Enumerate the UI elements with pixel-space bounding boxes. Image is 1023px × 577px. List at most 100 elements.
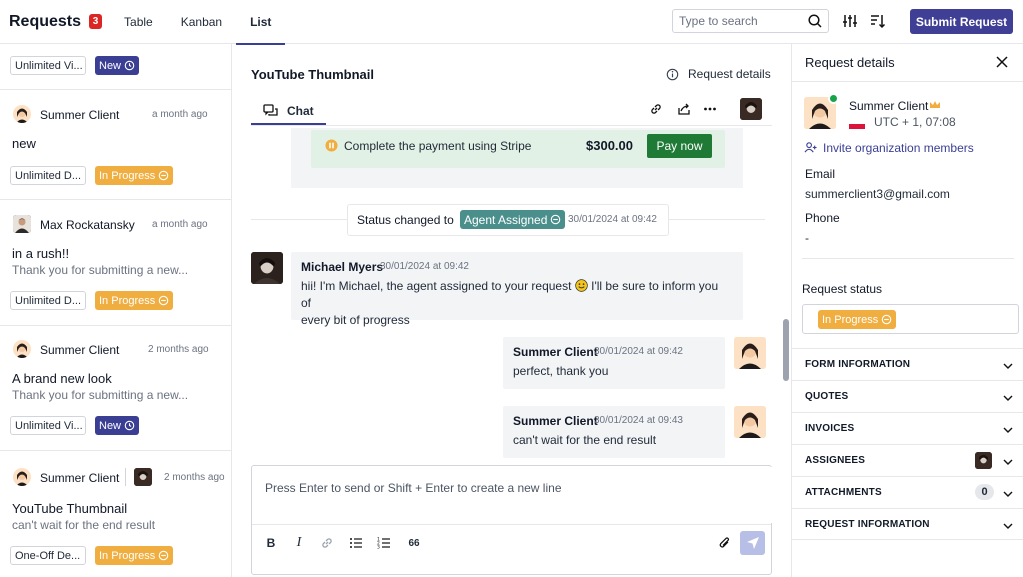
accordion-form-information[interactable]: FORM INFORMATION — [792, 348, 1023, 380]
chevron-down-icon — [1003, 459, 1013, 465]
service-tag: Unlimited Vi... — [10, 416, 86, 435]
request-preview: Thank you for submitting a new... — [12, 263, 189, 277]
divider — [802, 258, 1014, 259]
chat-panel: YouTube Thumbnail Request details Chat C… — [233, 44, 790, 577]
agent-assigned-badge: Agent Assigned — [460, 210, 566, 229]
italic-button[interactable]: I — [292, 535, 306, 550]
tab-chat[interactable]: Chat — [251, 96, 326, 125]
client-name: Summer Client — [40, 471, 120, 485]
request-details-panel: Request details Summer Client UTC + 1, 0… — [791, 44, 1023, 577]
link-format-icon[interactable] — [320, 536, 334, 550]
request-title: in a rush!! — [12, 246, 70, 261]
request-title: YouTube Thumbnail — [12, 501, 128, 516]
submit-request-button[interactable]: Submit Request — [910, 9, 1013, 34]
request-preview: can't wait for the end result — [12, 518, 156, 532]
message-author: Summer Client — [513, 345, 598, 359]
attachments-count: 0 — [975, 484, 994, 500]
chat-scrollbar[interactable] — [783, 319, 789, 381]
request-details-link[interactable]: Request details — [688, 67, 771, 81]
search-input[interactable] — [672, 9, 829, 33]
panel-title: Request details — [805, 55, 895, 70]
numbered-list-icon[interactable]: 123 — [377, 536, 391, 550]
status-badge: In Progress — [95, 546, 174, 565]
status-badge: New — [95, 56, 140, 75]
accordion-attachments[interactable]: ATTACHMENTS 0 — [792, 476, 1023, 508]
invite-members-link[interactable]: Invite organization members — [823, 141, 974, 155]
accordion-label: FORM INFORMATION — [805, 359, 911, 370]
status-badge: New — [95, 416, 140, 435]
send-button[interactable] — [740, 531, 765, 555]
sender-avatar — [251, 252, 283, 284]
flag-icon — [849, 119, 865, 129]
agent-avatar — [134, 468, 152, 486]
bullet-list-icon[interactable] — [349, 536, 363, 550]
bold-button[interactable]: B — [264, 536, 278, 550]
info-icon[interactable] — [666, 68, 679, 81]
progress-icon — [158, 550, 169, 561]
message-time: 30/01/2024 at 09:42 — [594, 346, 683, 357]
accordion-label: REQUEST INFORMATION — [805, 519, 930, 530]
timestamp: 2 months ago — [164, 472, 225, 483]
accordion-label: ATTACHMENTS — [805, 487, 882, 498]
timestamp: a month ago — [152, 219, 208, 230]
accordion-invoices[interactable]: INVOICES — [792, 412, 1023, 444]
online-indicator — [828, 93, 839, 104]
sender-avatar — [734, 337, 766, 369]
add-user-icon[interactable] — [804, 141, 817, 154]
pay-now-button[interactable]: Pay now — [647, 134, 712, 158]
divider — [252, 524, 771, 525]
smile-emoji-icon — [575, 279, 588, 292]
more-options-icon[interactable] — [703, 102, 717, 116]
email-value: summerclient3@gmail.com — [805, 187, 950, 201]
tab-table[interactable]: Table — [110, 0, 167, 44]
page-title: Requests — [9, 12, 82, 30]
divider — [0, 89, 231, 90]
chevron-down-icon — [1003, 427, 1013, 433]
phone-label: Phone — [805, 211, 840, 225]
assignee-avatar — [975, 452, 992, 469]
tab-kanban[interactable]: Kanban — [167, 0, 236, 44]
share-icon[interactable] — [677, 102, 691, 116]
client-name: Max Rockatansky — [40, 218, 135, 232]
search-icon[interactable] — [807, 13, 823, 29]
message-text: perfect, thank you — [513, 364, 609, 378]
email-label: Email — [805, 167, 836, 181]
accordion-quotes[interactable]: QUOTES — [792, 380, 1023, 412]
avatar — [13, 215, 31, 233]
chevron-down-icon — [1003, 363, 1013, 369]
quote-button[interactable]: 66 — [405, 536, 423, 550]
clock-icon — [124, 60, 135, 71]
status-icon — [551, 214, 561, 225]
close-icon[interactable] — [995, 55, 1009, 69]
avatar — [13, 468, 31, 486]
accordion-assignees[interactable]: ASSIGNEES — [792, 444, 1023, 476]
request-status-select[interactable]: In Progress — [802, 304, 1019, 334]
client-name: Summer Client — [40, 343, 120, 357]
link-icon[interactable] — [649, 102, 663, 116]
message-time: 30/01/2024 at 09:42 — [380, 261, 469, 272]
chat-tab-label: Chat — [287, 103, 314, 118]
sort-icon[interactable] — [870, 13, 886, 29]
pause-icon — [325, 139, 338, 152]
message-composer: B I 123 66 — [251, 465, 772, 575]
request-list: Unlimited Vi... New Summer Client a mont… — [0, 44, 232, 577]
send-icon — [746, 537, 759, 549]
payment-amount: $300.00 — [586, 138, 633, 153]
avatar — [13, 105, 31, 123]
client-name: Summer Client — [40, 108, 120, 122]
divider — [0, 199, 231, 200]
client-name: Summer Client — [849, 99, 929, 113]
crown-icon — [930, 101, 940, 108]
status-badge: In Progress — [95, 291, 174, 310]
status-change-time: 30/01/2024 at 09:42 — [568, 214, 657, 225]
tab-list[interactable]: List — [236, 0, 286, 45]
clock-icon — [124, 420, 135, 431]
filter-sliders-icon[interactable] — [842, 13, 858, 29]
accordion-request-information[interactable]: REQUEST INFORMATION — [792, 508, 1023, 540]
message-input[interactable] — [253, 467, 772, 523]
request-count-badge: 3 — [89, 14, 103, 29]
chevron-down-icon — [1003, 491, 1013, 497]
attachment-icon[interactable] — [718, 536, 732, 550]
phone-value: - — [805, 231, 809, 245]
status-badge: In Progress — [818, 310, 897, 329]
